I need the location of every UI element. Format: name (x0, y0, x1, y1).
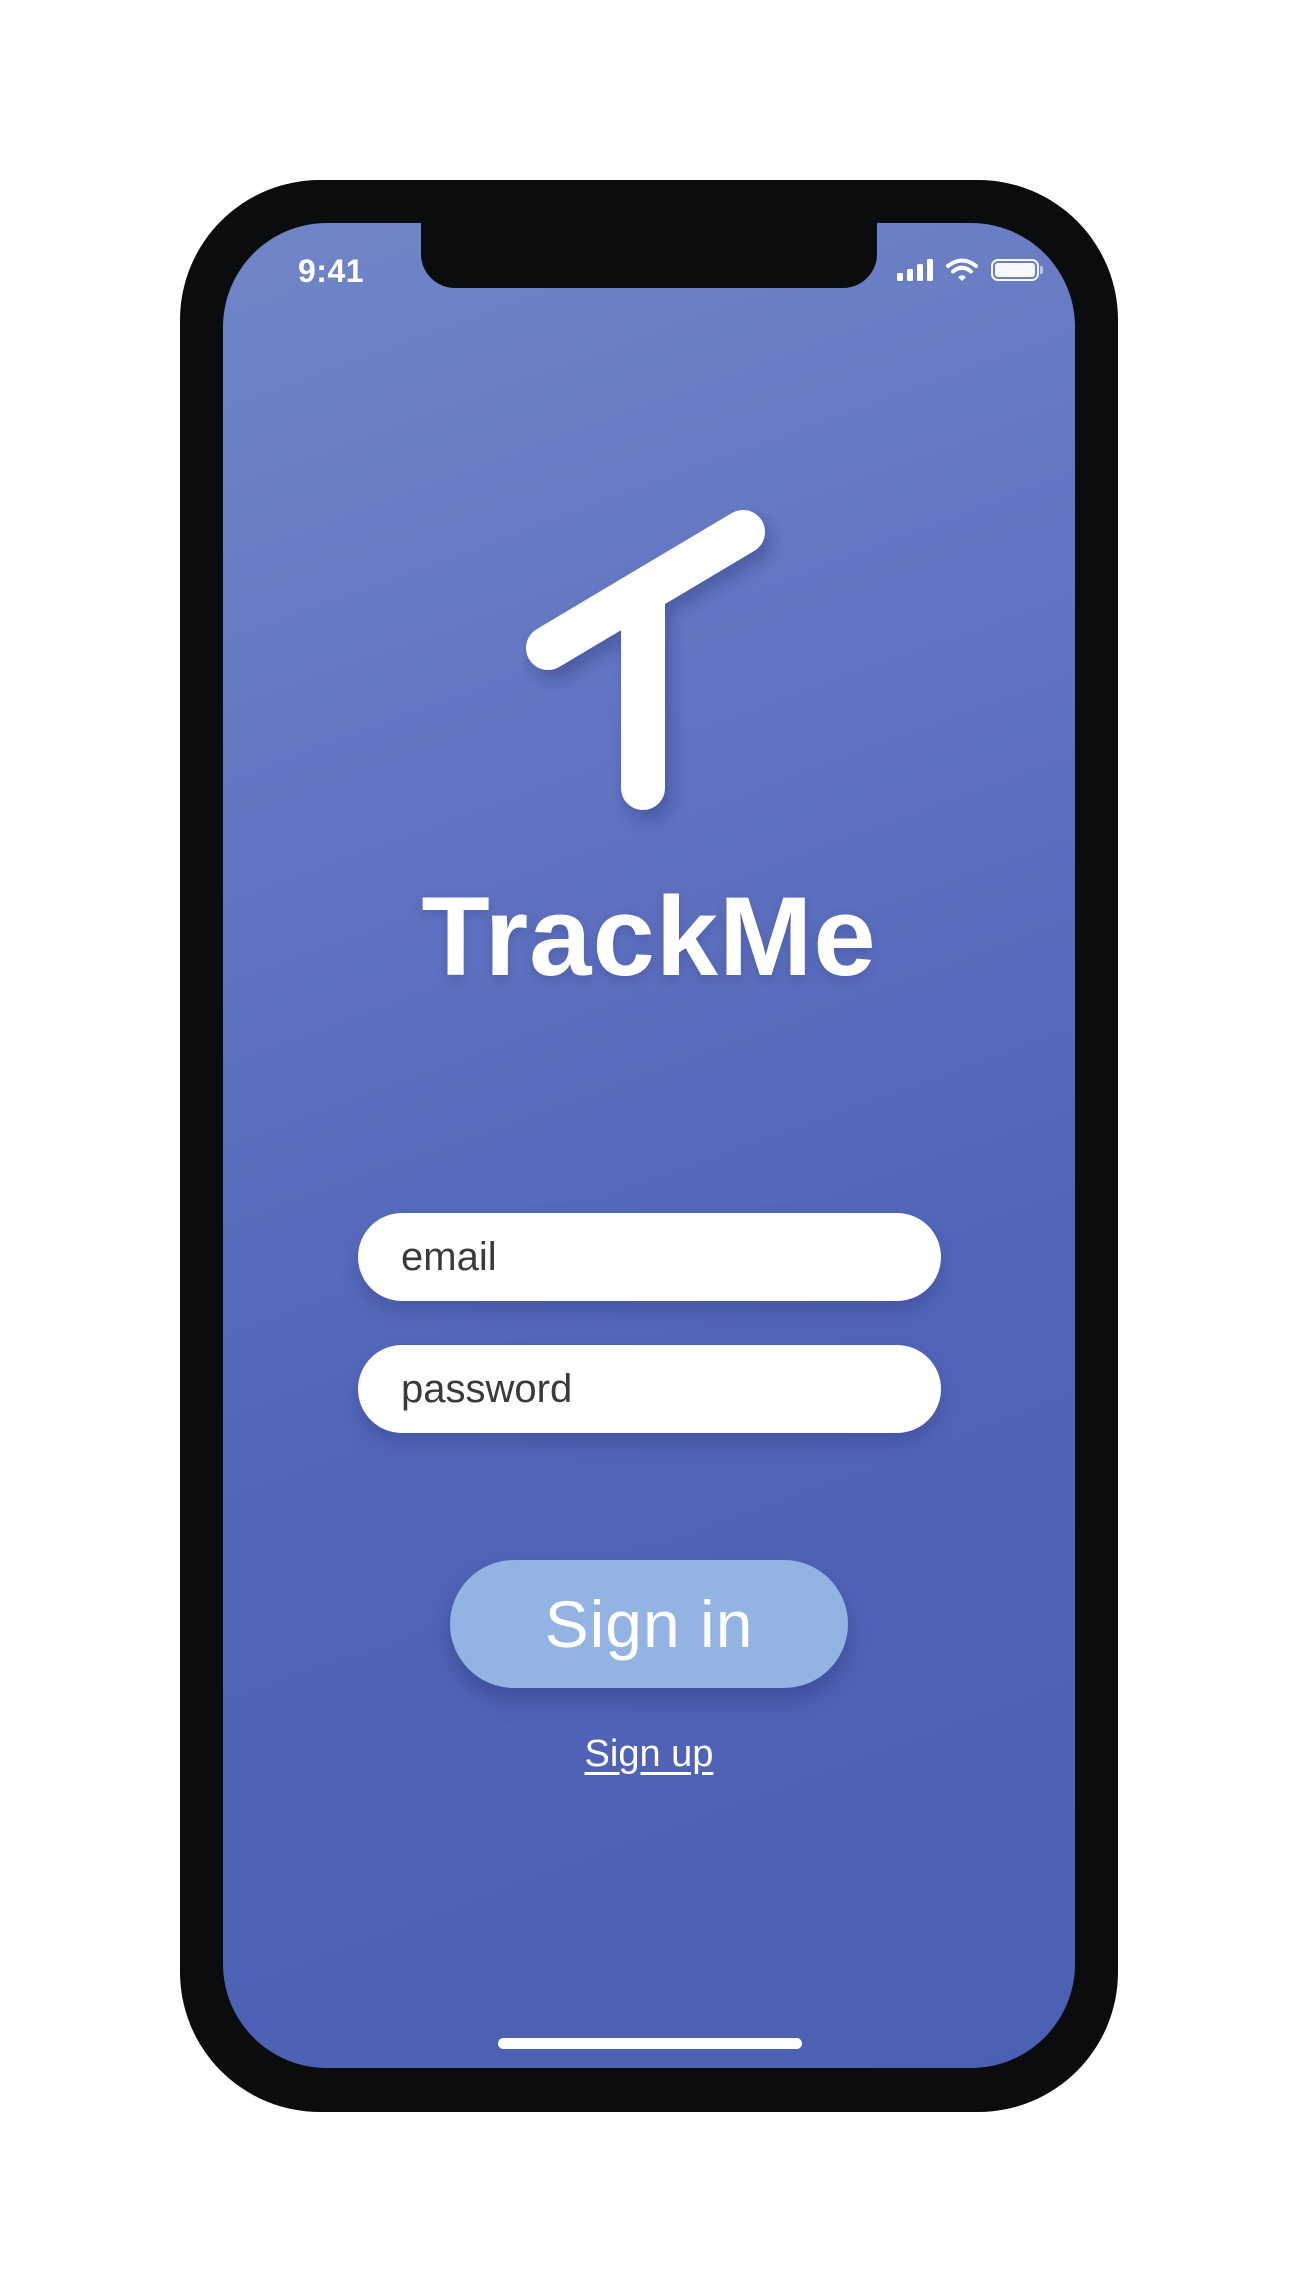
stage: 9:41 TrackMe email Sign in Sign up (0, 0, 1300, 2292)
t-logo-icon (526, 510, 765, 810)
wifi-icon (946, 258, 978, 281)
password-field[interactable] (358, 1345, 941, 1433)
password-input[interactable] (401, 1366, 941, 1412)
email-input[interactable] (401, 1234, 941, 1280)
app-screen: 9:41 TrackMe email Sign in Sign up (223, 223, 1075, 2068)
email-field[interactable] (358, 1213, 941, 1301)
battery-icon (991, 259, 1043, 281)
signal-icon (897, 259, 933, 281)
notch (421, 223, 877, 288)
sign-in-button[interactable]: Sign in (450, 1560, 848, 1688)
app-title: TrackMe (421, 874, 877, 999)
status-time: 9:41 (298, 253, 365, 289)
sign-up-link[interactable]: Sign up (223, 1733, 1075, 1776)
home-indicator (498, 2038, 802, 2049)
status-icons (897, 255, 1043, 285)
